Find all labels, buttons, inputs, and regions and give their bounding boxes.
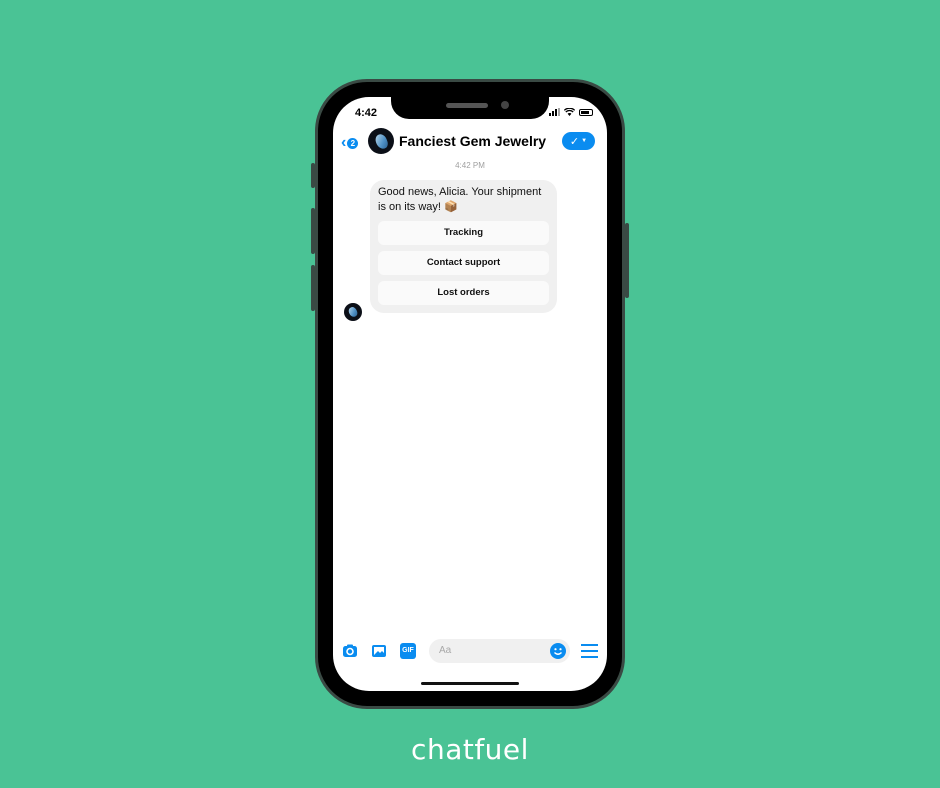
menu-icon[interactable] xyxy=(581,644,598,658)
emoji-icon[interactable] xyxy=(550,643,566,659)
message-text: Good news, Alicia. Your shipment is on i… xyxy=(378,186,542,213)
caret-down-icon: ▼ xyxy=(581,138,588,144)
unread-badge: 2 xyxy=(347,137,359,149)
quick-reply-tracking[interactable]: Tracking xyxy=(378,221,549,245)
message-input-placeholder: Aa xyxy=(439,645,452,656)
checkmark-icon: ✓ xyxy=(569,135,580,148)
front-camera xyxy=(501,101,509,109)
status-icons xyxy=(549,108,593,116)
quick-reply-contact-support[interactable]: Contact support xyxy=(378,251,549,275)
wifi-icon xyxy=(564,108,575,116)
page-avatar[interactable] xyxy=(368,128,394,154)
composer-bar: GIF Aa xyxy=(333,638,607,664)
battery-icon xyxy=(579,108,593,116)
power-button xyxy=(625,223,629,298)
chevron-left-icon: ‹ xyxy=(341,134,347,151)
phone-screen: 4:42 ‹ 2 Fanciest Gem Jewelry ✓ ▼ 4:42 P… xyxy=(333,97,607,691)
signal-icon xyxy=(549,108,560,116)
chat-title[interactable]: Fanciest Gem Jewelry xyxy=(399,133,546,149)
speaker-grille xyxy=(446,103,488,108)
message-input[interactable]: Aa xyxy=(429,639,570,663)
notch xyxy=(391,97,549,119)
message-timestamp: 4:42 PM xyxy=(455,161,485,170)
back-button[interactable]: ‹ 2 xyxy=(341,134,359,152)
gif-icon[interactable]: GIF xyxy=(400,643,416,659)
status-time: 4:42 xyxy=(355,107,378,119)
brand-logo: chatfuel xyxy=(411,733,529,766)
message-bubble: Good news, Alicia. Your shipment is on i… xyxy=(370,180,557,313)
quick-reply-lost-orders[interactable]: Lost orders xyxy=(378,281,549,305)
chat-header: ‹ 2 Fanciest Gem Jewelry ✓ ▼ xyxy=(333,125,607,157)
camera-icon[interactable] xyxy=(342,643,358,659)
image-icon[interactable] xyxy=(371,643,387,659)
home-indicator xyxy=(421,682,519,685)
sender-avatar xyxy=(344,303,362,321)
done-button[interactable]: ✓ ▼ xyxy=(562,132,595,150)
